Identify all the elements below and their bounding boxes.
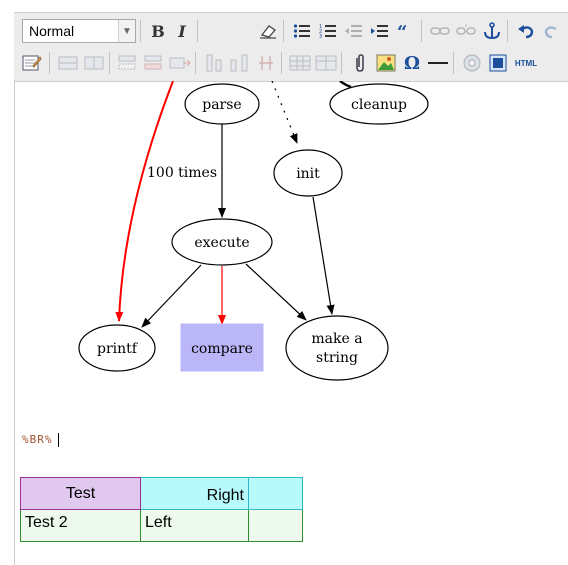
content-table[interactable]: Test Right Test 2 Left <box>20 477 303 542</box>
split-cell-icon[interactable] <box>227 50 253 76</box>
toolbar-separator <box>341 52 342 74</box>
edge-main-init <box>271 81 298 144</box>
insert-row-icon[interactable] <box>115 50 141 76</box>
node-init[interactable]: init <box>273 149 343 197</box>
bold-icon[interactable]: B <box>145 18 171 44</box>
edge-main-cleanup <box>339 81 352 89</box>
toolbar-separator <box>421 20 422 42</box>
node-compare-label: compare <box>191 341 253 357</box>
editor-toolbar: Normal ▼ B I 123 “ Ω HTML <box>14 12 568 82</box>
anchor-icon[interactable] <box>479 18 505 44</box>
toolbar-separator <box>283 20 284 42</box>
format-select-value: Normal <box>29 23 75 39</box>
image-icon[interactable] <box>373 50 399 76</box>
outdent-icon[interactable] <box>341 18 367 44</box>
table-properties-icon[interactable] <box>313 50 339 76</box>
bold-label: B <box>151 21 165 41</box>
node-execute[interactable]: execute <box>171 218 273 266</box>
merge-cells-icon[interactable] <box>81 50 107 76</box>
table-cell-header[interactable]: Right <box>140 477 249 510</box>
node-make-string[interactable]: make a string <box>285 315 389 381</box>
indent-icon[interactable] <box>367 18 393 44</box>
table-cell-header[interactable]: Test <box>20 477 141 510</box>
node-init-label: init <box>296 166 320 182</box>
attachment-icon[interactable] <box>347 50 373 76</box>
toolbar-row-2: Ω HTML <box>19 49 568 79</box>
node-make-string-line2: string <box>316 350 358 366</box>
special-char-icon[interactable]: Ω <box>399 50 425 76</box>
blockquote-icon[interactable]: “ <box>393 18 419 44</box>
toolbar-row-1: Normal ▼ B I 123 “ <box>19 17 568 47</box>
node-parse[interactable]: parse <box>184 83 260 125</box>
chevron-down-icon[interactable]: ▼ <box>118 20 135 42</box>
node-execute-label: execute <box>194 235 249 251</box>
delete-row-icon[interactable] <box>141 50 167 76</box>
toolbar-separator <box>195 52 196 74</box>
media-icon[interactable] <box>459 50 485 76</box>
toolbar-separator <box>109 52 110 74</box>
toolbar-separator <box>281 52 282 74</box>
paragraph-format-select[interactable]: Normal ▼ <box>22 19 136 43</box>
br-macro: %BR% <box>22 433 53 446</box>
table-cell-header[interactable] <box>248 477 303 510</box>
svg-text:“: “ <box>397 24 407 38</box>
edge-main-printf <box>115 81 174 322</box>
italic-label: I <box>178 21 186 41</box>
delete-column-icon[interactable] <box>201 50 227 76</box>
editor-content[interactable]: 100 times parse cleanup init execute pri… <box>15 81 568 565</box>
edit-table-icon[interactable] <box>19 50 45 76</box>
split-column-icon[interactable] <box>253 50 279 76</box>
table-cell[interactable]: Test 2 <box>20 509 141 542</box>
node-cleanup-label: cleanup <box>351 97 407 113</box>
link-icon[interactable] <box>427 18 453 44</box>
table-row: Test Right <box>20 477 303 510</box>
row-icon[interactable] <box>55 50 81 76</box>
edge-label-100-times: 100 times <box>147 165 217 181</box>
undo-icon[interactable] <box>513 18 539 44</box>
edge-init-make-string <box>312 196 335 315</box>
edge-execute-make-string <box>245 263 307 321</box>
insert-column-icon[interactable] <box>167 50 193 76</box>
table-row: Test 2 Left <box>20 509 303 542</box>
remove-format-icon[interactable] <box>255 18 281 44</box>
node-compare[interactable]: compare <box>180 323 264 372</box>
italic-icon[interactable]: I <box>169 18 195 44</box>
toolbar-separator <box>453 52 454 74</box>
node-printf-label: printf <box>97 341 139 357</box>
table-cell[interactable] <box>248 509 303 542</box>
source-view-icon[interactable] <box>485 50 511 76</box>
toolbar-separator <box>140 20 141 42</box>
node-cleanup[interactable]: cleanup <box>329 83 429 125</box>
table-icon[interactable] <box>287 50 313 76</box>
svg-text:3: 3 <box>319 34 322 39</box>
toolbar-separator <box>507 20 508 42</box>
toolbar-separator <box>197 20 198 42</box>
toolbar-separator <box>49 52 50 74</box>
table-cell[interactable]: Left <box>140 509 249 542</box>
numbered-list-icon[interactable]: 123 <box>315 18 341 44</box>
node-printf[interactable]: printf <box>78 324 156 372</box>
text-cursor <box>58 433 59 447</box>
redo-icon[interactable] <box>539 18 565 44</box>
horizontal-rule-icon[interactable] <box>425 50 451 76</box>
html-label: HTML <box>514 58 538 68</box>
node-parse-label: parse <box>202 97 241 113</box>
node-make-string-line1: make a <box>311 331 362 347</box>
omega-label: Ω <box>403 52 421 74</box>
edge-execute-printf <box>141 264 202 328</box>
html-source-icon[interactable]: HTML <box>511 50 541 76</box>
unlink-icon[interactable] <box>453 18 479 44</box>
call-graph-diagram: 100 times parse cleanup init execute pri… <box>78 81 429 381</box>
bulleted-list-icon[interactable] <box>289 18 315 44</box>
